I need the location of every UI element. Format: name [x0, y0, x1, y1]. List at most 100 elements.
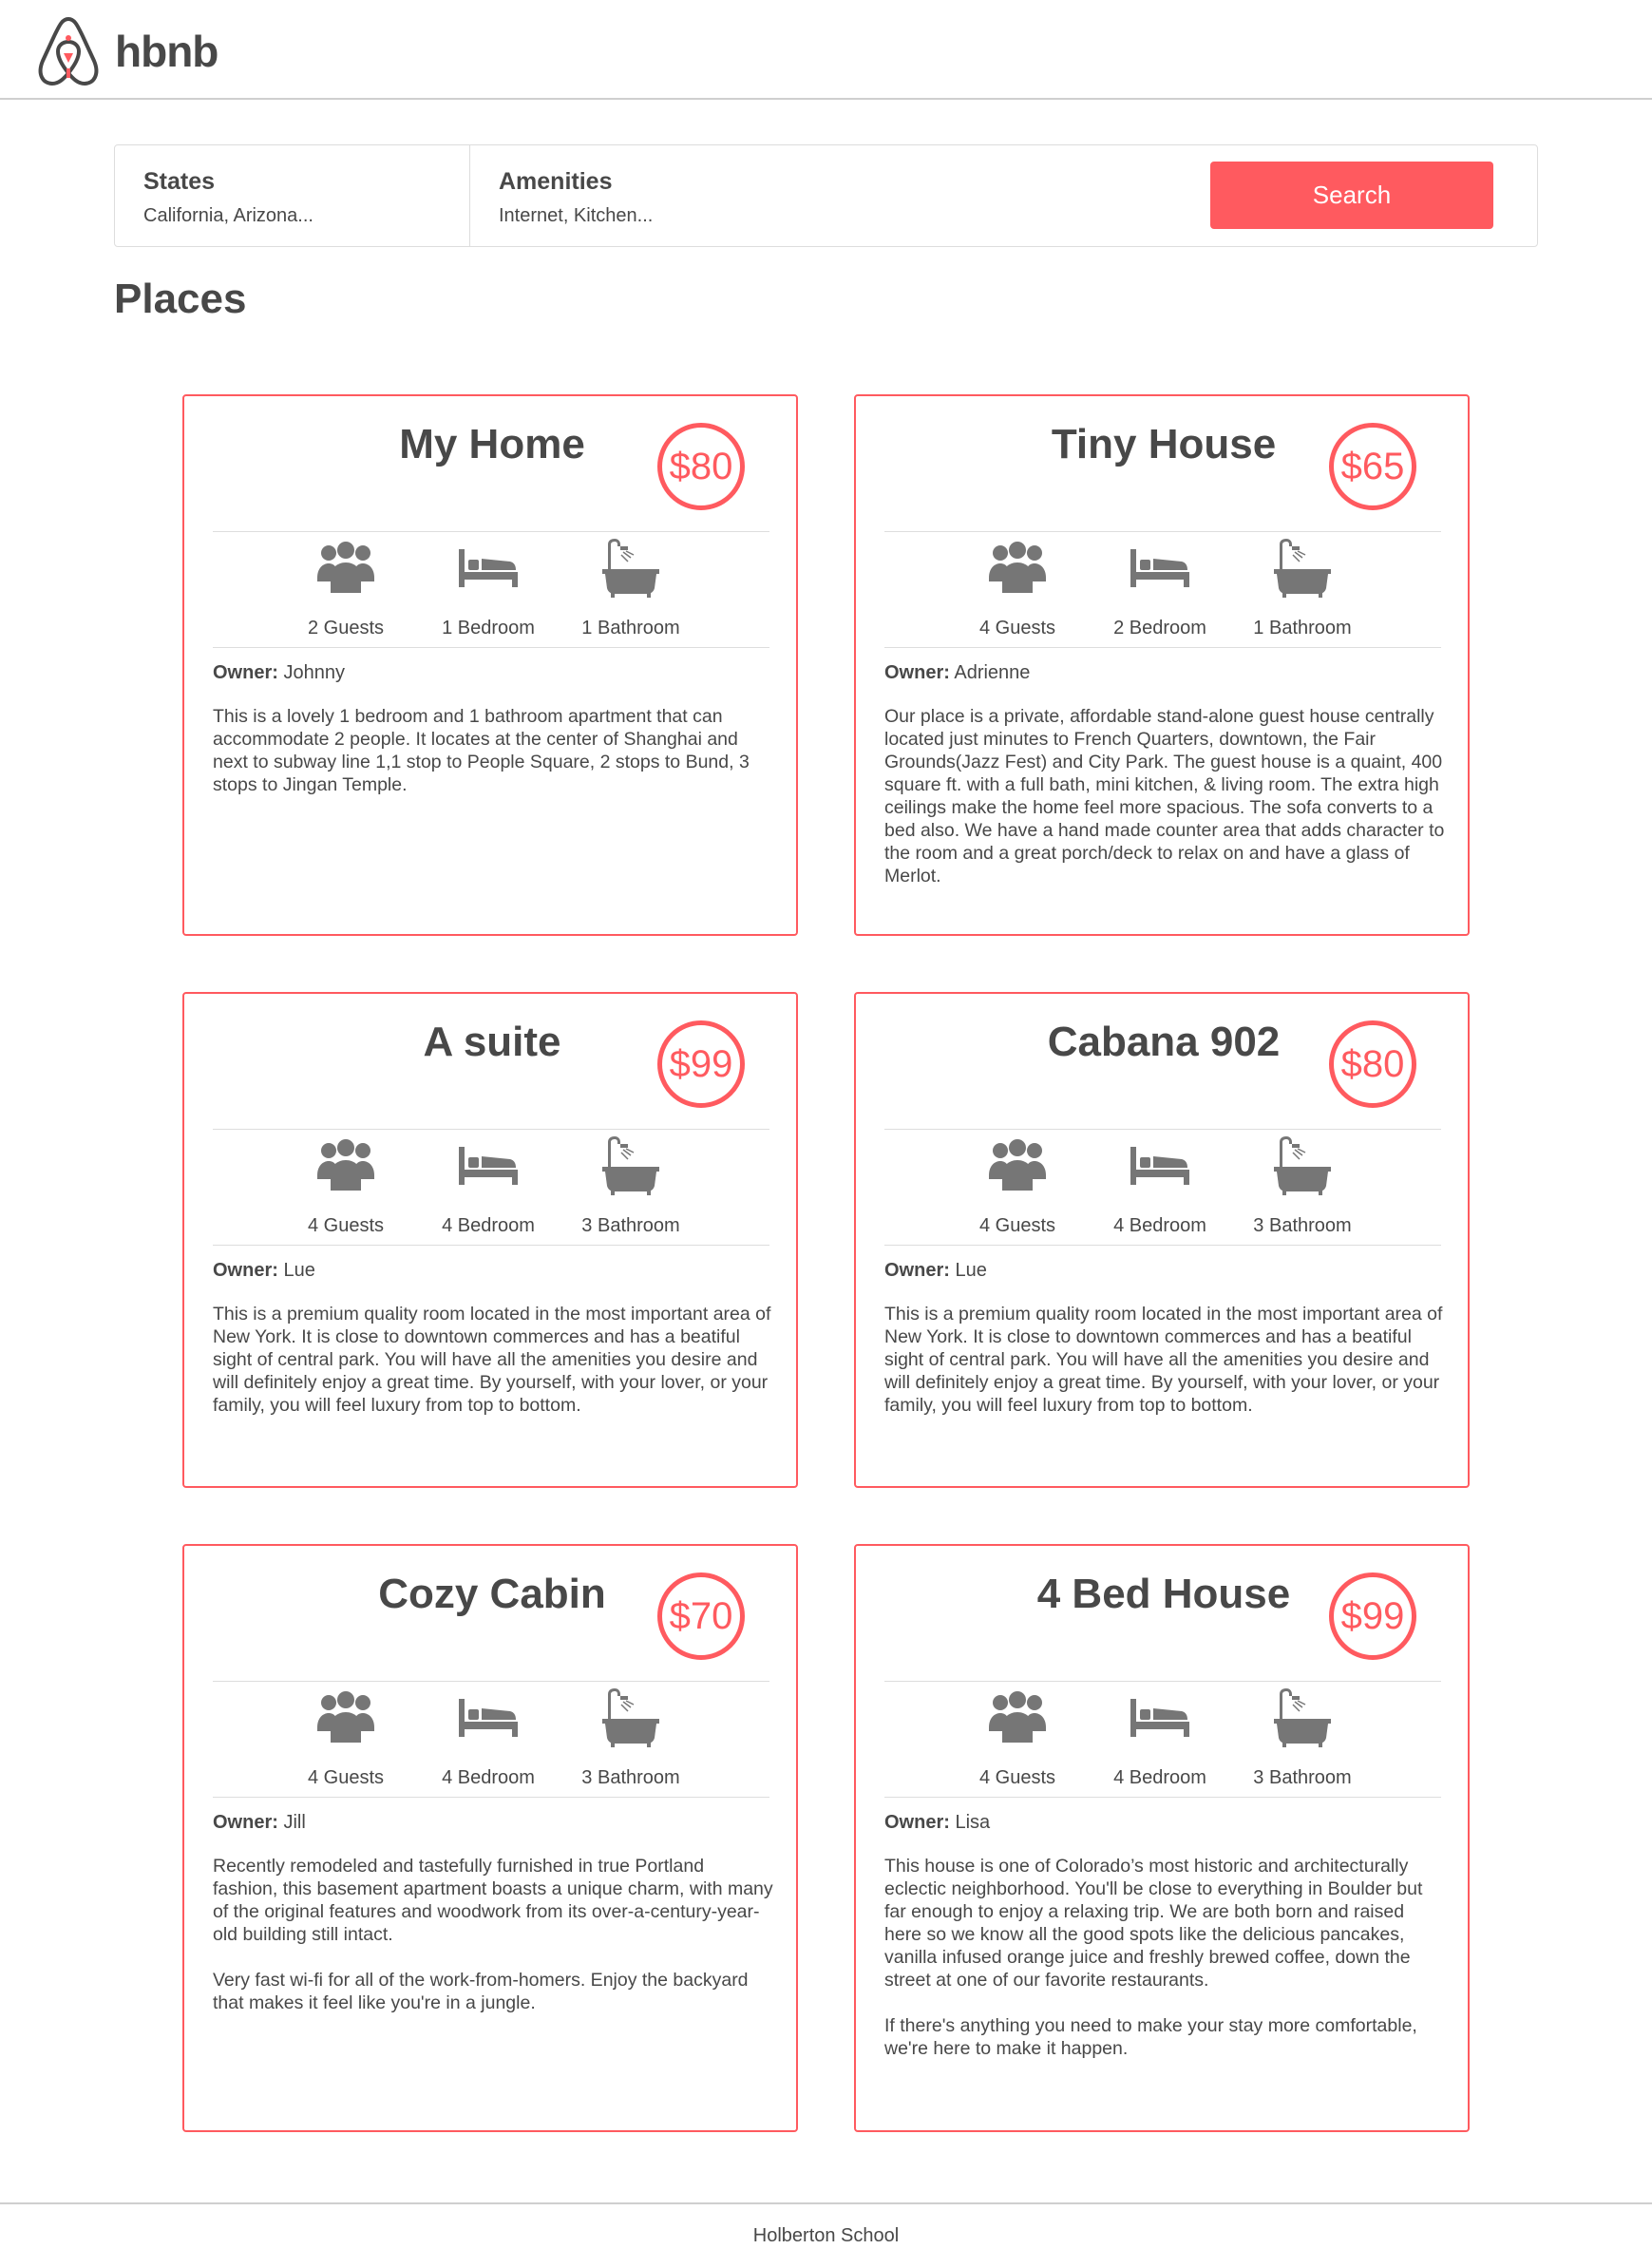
price-badge: $99 [1329, 1572, 1416, 1660]
owner-line: Owner: Johnny [213, 662, 769, 684]
section-title: Places [114, 276, 247, 322]
bathrooms-label: 3 Bathroom [1253, 1215, 1352, 1236]
guests-info: 4 Guests [946, 1687, 1089, 1789]
guests-label: 4 Guests [307, 1767, 385, 1788]
place-card: A suite $99 4 Guests 4 Bedroom 3 Bathroo… [182, 992, 798, 1488]
description-paragraph: Recently remodeled and tastefully furnis… [213, 1856, 773, 1945]
guests-info: 4 Guests [946, 538, 1089, 639]
price-badge: $70 [657, 1572, 745, 1660]
owner-label: Owner: [213, 1812, 278, 1833]
airbnb-logo-icon [38, 16, 99, 86]
owner-line: Owner: Jill [213, 1812, 769, 1834]
group-icon [317, 542, 374, 593]
place-info: 4 Guests 4 Bedroom 3 Bathroom [213, 1129, 769, 1246]
brand-name: hbnb [115, 27, 218, 76]
guests-label: 4 Guests [978, 1215, 1056, 1236]
guests-label: 2 Guests [307, 618, 385, 638]
owner-name: Lue [955, 1260, 987, 1281]
owner-line: Owner: Lisa [884, 1812, 1441, 1834]
place-card: 4 Bed House $99 4 Guests 4 Bedroom 3 Bat… [854, 1544, 1470, 2132]
place-card: My Home $80 2 Guests 1 Bedroom 1 Bathroo… [182, 394, 798, 936]
guests-info: 4 Guests [275, 1687, 417, 1789]
search-button[interactable]: Search [1210, 162, 1493, 229]
place-card: Cozy Cabin $70 4 Guests 4 Bedroom 3 Bath… [182, 1544, 798, 2132]
bathrooms-info: 3 Bathroom [1231, 1687, 1374, 1789]
bedrooms-label: 2 Bedroom [1113, 618, 1206, 638]
bed-icon [1130, 1147, 1189, 1185]
place-info: 4 Guests 2 Bedroom 1 Bathroom [884, 531, 1441, 648]
bathrooms-label: 3 Bathroom [581, 1215, 680, 1236]
description-paragraph: This is a premium quality room located i… [213, 1304, 771, 1416]
bedrooms-info: 1 Bedroom [417, 538, 560, 639]
owner-name: Jill [283, 1812, 306, 1833]
price-badge: $80 [657, 423, 745, 510]
bathrooms-info: 1 Bathroom [560, 538, 702, 639]
site-header: hbnb [0, 0, 1652, 100]
bed-icon [1130, 549, 1189, 587]
description-paragraph: This is a premium quality room located i… [884, 1304, 1443, 1416]
footer: Holberton School [0, 2202, 1652, 2268]
description-paragraph: If there's anything you need to make you… [884, 2015, 1417, 2059]
bathrooms-label: 3 Bathroom [581, 1767, 680, 1788]
bathrooms-label: 1 Bathroom [1253, 618, 1352, 638]
bedrooms-label: 4 Bedroom [1113, 1215, 1206, 1236]
owner-name: Lue [283, 1260, 315, 1281]
bedrooms-info: 4 Bedroom [1089, 1687, 1231, 1789]
bed-icon [459, 1147, 518, 1185]
group-icon [989, 1139, 1046, 1191]
bathrooms-info: 3 Bathroom [560, 1687, 702, 1789]
price-badge: $65 [1329, 423, 1416, 510]
bedrooms-info: 4 Bedroom [417, 1687, 560, 1789]
bathtub-icon [602, 539, 659, 598]
place-info: 4 Guests 4 Bedroom 3 Bathroom [884, 1129, 1441, 1246]
price-badge: $99 [657, 1020, 745, 1108]
amenities-title: Amenities [499, 168, 613, 195]
bathrooms-label: 3 Bathroom [1253, 1767, 1352, 1788]
guests-info: 4 Guests [946, 1135, 1089, 1237]
bedrooms-label: 4 Bedroom [442, 1215, 535, 1236]
bathtub-icon [602, 1136, 659, 1195]
owner-name: Adrienne [954, 662, 1031, 683]
guests-label: 4 Guests [978, 618, 1056, 638]
place-info: 4 Guests 4 Bedroom 3 Bathroom [213, 1681, 769, 1798]
bedrooms-info: 4 Bedroom [417, 1135, 560, 1237]
bedrooms-label: 4 Bedroom [442, 1767, 535, 1788]
bathrooms-label: 1 Bathroom [581, 618, 680, 638]
guests-info: 2 Guests [275, 538, 417, 639]
description-paragraph: Very fast wi-fi for all of the work-from… [213, 1970, 749, 2013]
place-description: This is a lovely 1 bedroom and 1 bathroo… [213, 705, 773, 819]
guests-label: 4 Guests [978, 1767, 1056, 1788]
group-icon [989, 542, 1046, 593]
bedrooms-label: 4 Bedroom [1113, 1767, 1206, 1788]
states-filter[interactable]: States California, Arizona... [115, 145, 470, 246]
owner-label: Owner: [884, 1812, 950, 1833]
bathrooms-info: 3 Bathroom [560, 1135, 702, 1237]
bedrooms-info: 4 Bedroom [1089, 1135, 1231, 1237]
place-description: This is a premium quality room located i… [884, 1303, 1445, 1439]
bedrooms-info: 2 Bedroom [1089, 538, 1231, 639]
price-badge: $80 [1329, 1020, 1416, 1108]
bed-icon [459, 1699, 518, 1737]
place-description: Our place is a private, affordable stand… [884, 705, 1445, 910]
description-paragraph: This house is one of Colorado’s most his… [884, 1856, 1423, 1991]
amenities-filter[interactable]: Amenities Internet, Kitchen... [470, 145, 945, 246]
bathtub-icon [1274, 1688, 1331, 1747]
guests-label: 4 Guests [307, 1215, 385, 1236]
bathtub-icon [1274, 539, 1331, 598]
owner-name: Lisa [955, 1812, 991, 1833]
owner-label: Owner: [213, 1260, 278, 1281]
bathtub-icon [602, 1688, 659, 1747]
states-title: States [143, 168, 216, 195]
logo[interactable]: hbnb [35, 15, 218, 87]
place-description: Recently remodeled and tastefully furnis… [213, 1855, 773, 2037]
place-card: Cabana 902 $80 4 Guests 4 Bedroom 3 Bath… [854, 992, 1470, 1488]
bed-icon [1130, 1699, 1189, 1737]
group-icon [317, 1139, 374, 1191]
owner-label: Owner: [884, 1260, 950, 1281]
place-description: This house is one of Colorado’s most his… [884, 1855, 1445, 2083]
bathrooms-info: 1 Bathroom [1231, 538, 1374, 639]
owner-line: Owner: Lue [213, 1260, 769, 1282]
bathrooms-info: 3 Bathroom [1231, 1135, 1374, 1237]
group-icon [317, 1691, 374, 1743]
guests-info: 4 Guests [275, 1135, 417, 1237]
